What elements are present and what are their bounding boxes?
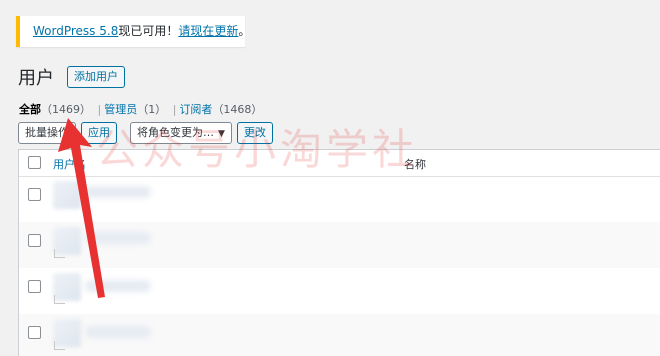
filter-all[interactable]: 全部 bbox=[19, 103, 41, 116]
row-checkbox[interactable] bbox=[28, 280, 41, 293]
users-table: 用户名 名称 bbox=[18, 149, 660, 356]
change-button[interactable]: 更改 bbox=[236, 122, 273, 144]
filter-separator: | bbox=[172, 103, 177, 116]
row-checkbox[interactable] bbox=[28, 188, 41, 201]
filter-separator: | bbox=[97, 103, 102, 116]
apply-button[interactable]: 应用 bbox=[81, 122, 117, 144]
change-role-select[interactable]: 将角色变更为… ▼ bbox=[130, 122, 232, 144]
username-blurred bbox=[85, 186, 151, 198]
table-header: 用户名 名称 bbox=[19, 150, 660, 177]
filter-admin[interactable]: 管理员 bbox=[104, 103, 137, 116]
username-blurred bbox=[85, 232, 151, 244]
page-title: 用户 bbox=[18, 68, 54, 89]
row-checkbox[interactable] bbox=[28, 326, 41, 339]
table-row bbox=[19, 176, 660, 222]
add-user-button[interactable]: 添加用户 bbox=[67, 66, 125, 88]
avatar bbox=[53, 181, 81, 209]
bulk-action-value: 批量操作 bbox=[25, 126, 69, 139]
select-all-checkbox[interactable] bbox=[28, 156, 41, 169]
table-row bbox=[19, 268, 660, 314]
role-filter-links: 全部（1469） | 管理员（1） | 订阅者（1468） bbox=[19, 101, 262, 117]
username-blurred bbox=[85, 280, 151, 292]
table-row bbox=[19, 222, 660, 268]
filter-all-count: （1469） bbox=[41, 103, 91, 116]
chevron-down-icon: ▼ bbox=[218, 129, 225, 139]
notice-text: 现已可用！ bbox=[118, 24, 179, 38]
update-now-link[interactable]: 请现在更新 bbox=[178, 24, 238, 38]
wordpress-version-link[interactable]: WordPress 5.8 bbox=[33, 24, 118, 38]
avatar-corner bbox=[54, 295, 65, 304]
update-notice: WordPress 5.8现已可用！请现在更新。 bbox=[16, 16, 250, 47]
filter-admin-count: （1） bbox=[137, 103, 167, 116]
filter-subscriber[interactable]: 订阅者 bbox=[179, 103, 212, 116]
column-username[interactable]: 用户名 bbox=[53, 156, 86, 172]
page-header: 用户 添加用户 bbox=[18, 64, 125, 90]
column-name: 名称 bbox=[404, 158, 426, 171]
avatar-corner bbox=[54, 249, 65, 258]
bulk-actions-bar: 批量操作 应用 将角色变更为… ▼ 更改 bbox=[18, 122, 278, 144]
change-role-value: 将角色变更为… bbox=[137, 126, 214, 139]
avatar-corner bbox=[54, 341, 65, 350]
filter-subscriber-count: （1468） bbox=[212, 103, 263, 116]
bulk-action-select[interactable]: 批量操作 bbox=[18, 122, 76, 144]
row-checkbox[interactable] bbox=[28, 234, 41, 247]
table-row bbox=[19, 314, 660, 356]
notice-end: 。 bbox=[238, 24, 251, 38]
username-blurred bbox=[85, 326, 151, 338]
